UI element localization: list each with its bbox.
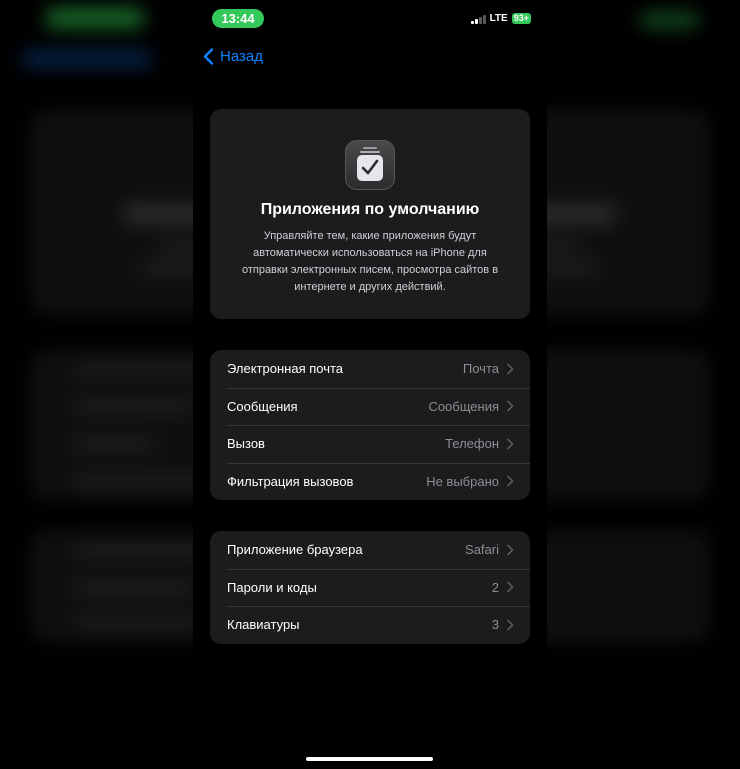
bg-time-pill [45, 8, 145, 28]
row-label: Сообщения [227, 398, 298, 414]
row-messages[interactable]: Сообщения Сообщения [210, 387, 530, 426]
status-time[interactable]: 13:44 [212, 9, 264, 28]
page-description: Управляйте тем, какие приложения будут а… [241, 230, 499, 293]
network-type: LTE [489, 13, 508, 24]
battery-icon: 93+ [511, 13, 531, 24]
row-browser-app[interactable]: Приложение браузера Safari [210, 531, 530, 569]
chevron-right-icon [507, 363, 514, 375]
row-label: Фильтрация вызовов [227, 473, 354, 489]
row-value: Сообщения [428, 398, 499, 414]
other-defaults-group: Приложение браузера Safari Пароли и коды… [210, 531, 530, 644]
back-button[interactable]: Назад [203, 48, 263, 65]
chevron-right-icon [507, 438, 514, 450]
signal-icon [471, 14, 486, 24]
row-label: Пароли и коды [227, 579, 317, 595]
row-value: Телефон [445, 436, 499, 452]
settings-screen: 13:44 LTE 93+ Назад Приложения по умолча… [193, 0, 547, 769]
chevron-right-icon [507, 544, 514, 556]
row-value: Не выбрано [426, 473, 499, 489]
chevron-right-icon [507, 619, 514, 631]
row-label: Приложение браузера [227, 542, 363, 558]
row-label: Клавиатуры [227, 617, 300, 633]
row-keyboards[interactable]: Клавиатуры 3 [210, 606, 530, 644]
bg-battery [640, 12, 700, 28]
row-label: Вызов [227, 436, 265, 452]
back-label: Назад [220, 48, 263, 65]
row-value: 2 [491, 579, 499, 595]
default-apps-group: Электронная почта Почта Сообщения Сообще… [210, 350, 530, 500]
default-apps-header-card: Приложения по умолчанию Управляйте тем, … [210, 109, 530, 319]
status-bar: 13:44 LTE 93+ [193, 0, 547, 40]
bg-back-link [22, 50, 152, 68]
chevron-right-icon [507, 400, 514, 412]
home-indicator[interactable] [306, 757, 433, 761]
chevron-right-icon [507, 475, 514, 487]
chevron-left-icon [203, 48, 214, 65]
row-call-filtering[interactable]: Фильтрация вызовов Не выбрано [210, 462, 530, 501]
row-value: Safari [465, 542, 499, 558]
row-value: 3 [491, 617, 499, 633]
chevron-right-icon [507, 581, 514, 593]
row-passwords[interactable]: Пароли и коды 2 [210, 568, 530, 607]
checklist-icon [345, 140, 395, 190]
page-title: Приложения по умолчанию [260, 201, 480, 218]
row-value: Почта [462, 361, 499, 377]
row-email[interactable]: Электронная почта Почта [210, 350, 530, 388]
status-indicators: LTE 93+ [471, 13, 531, 24]
row-calls[interactable]: Вызов Телефон [210, 425, 530, 463]
row-label: Электронная почта [227, 361, 344, 377]
